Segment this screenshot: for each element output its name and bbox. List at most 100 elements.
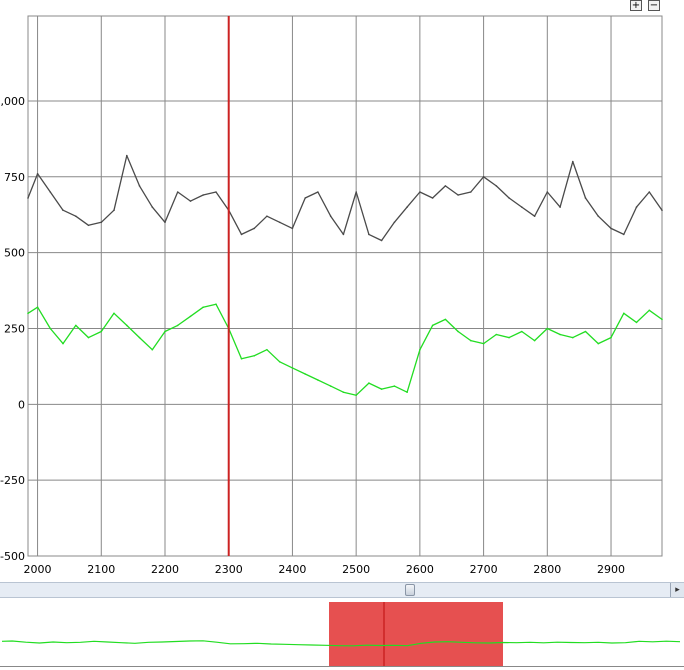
series-1-point: [266, 215, 268, 217]
series-2-point: [610, 336, 612, 339]
series-1-point: [380, 239, 383, 242]
series-1-point: [533, 215, 536, 217]
series-2-point: [368, 382, 370, 384]
series-1-point: [164, 221, 166, 224]
series-1-point: [113, 209, 115, 211]
series-2-point: [431, 324, 434, 327]
series-1-point: [610, 227, 612, 230]
series-2-point: [253, 355, 255, 357]
series-1-point: [623, 233, 625, 236]
series-1-point: [329, 215, 332, 217]
series-1-point: [138, 185, 141, 187]
series-2-point: [266, 348, 268, 351]
y-tick-label: 250: [4, 322, 25, 335]
x-tick-label: 2000: [24, 563, 52, 576]
series-2-point: [278, 361, 281, 363]
series-1-point: [482, 176, 485, 178]
overview-selection-window[interactable]: [329, 602, 503, 666]
x-tick-label: 2900: [597, 563, 625, 576]
series-2-point: [291, 367, 294, 369]
scroll-right-arrow-icon[interactable]: ▸: [670, 583, 684, 597]
series-2-point: [189, 315, 192, 318]
series-1-point: [559, 206, 561, 208]
x-tick-label: 2600: [406, 563, 434, 576]
x-tick-label: 2400: [278, 563, 306, 576]
x-tick-label: 2800: [533, 563, 561, 576]
series-1-point: [661, 209, 663, 211]
series-1-point: [444, 185, 447, 187]
series-1-point: [406, 206, 408, 208]
series-1-point: [521, 206, 523, 208]
x-tick-label: 2300: [215, 563, 243, 576]
scrollbar-thumb[interactable]: [405, 584, 415, 596]
series-2-point: [533, 339, 536, 342]
series-1-point: [317, 191, 319, 193]
series-2-point: [176, 324, 179, 327]
series-2-point: [495, 333, 498, 336]
series-2-point: [584, 330, 587, 333]
main-chart: 1,0007505002500-250-500 2000210022002300…: [0, 15, 663, 576]
series-2-point: [380, 388, 383, 390]
series-1-point: [470, 191, 472, 193]
series-2-point: [62, 342, 64, 345]
series-2-point: [559, 333, 561, 336]
series-2-point: [521, 330, 523, 333]
series-1-point: [291, 227, 294, 230]
series-2-point: [661, 318, 663, 321]
y-tick-label: 1,000: [0, 95, 25, 108]
series-2-point: [457, 330, 459, 333]
series-2-point: [36, 306, 39, 309]
y-tick-label: -500: [0, 550, 25, 563]
series-2-point: [113, 312, 115, 315]
series-1-point: [304, 197, 307, 199]
series-2-point: [126, 324, 128, 327]
series-1-point: [342, 233, 345, 236]
series-2-point: [202, 306, 204, 309]
overview-navigator[interactable]: [0, 600, 684, 670]
series-2-point: [470, 339, 472, 342]
series-1-point: [419, 191, 421, 193]
series-2-point: [597, 342, 600, 345]
series-1-point: [215, 191, 217, 193]
series-1-point: [278, 221, 281, 224]
series-1-point: [355, 191, 358, 193]
series-2-point: [215, 303, 217, 306]
series-1-point: [87, 224, 90, 227]
x-tick-label: 2700: [470, 563, 498, 576]
series-1-point: [572, 160, 574, 163]
y-tick-label: 0: [18, 398, 25, 411]
series-2-point: [635, 321, 638, 324]
horizontal-scrollbar[interactable]: ▸: [0, 582, 684, 598]
series-1-point: [151, 206, 154, 208]
zoom-out-button[interactable]: −: [648, 0, 660, 11]
x-tick-label: 2200: [151, 563, 179, 576]
series-2-point: [572, 336, 574, 339]
series-1-point: [597, 215, 600, 217]
series-2-point: [508, 336, 510, 339]
series-2-point: [75, 324, 77, 327]
series-1-point: [49, 191, 52, 193]
series-2-point: [419, 348, 421, 351]
series-2-point: [87, 336, 90, 339]
series-1-point: [368, 233, 370, 236]
series-1-point: [189, 200, 192, 202]
series-1-point: [100, 221, 103, 224]
grid-layer: [27, 15, 663, 557]
series-2-point: [482, 342, 485, 345]
series-2-point: [648, 309, 651, 312]
zoom-in-button[interactable]: +: [630, 0, 642, 11]
series-1-point: [253, 227, 255, 230]
series-2-point: [329, 385, 332, 387]
series-1-point: [457, 194, 459, 196]
series-1-point: [126, 154, 128, 157]
series-2-point: [240, 358, 243, 360]
series-1-point: [27, 197, 29, 199]
series-2-point: [151, 348, 154, 351]
series-2-point: [444, 318, 447, 321]
series-2-point: [49, 327, 52, 330]
series-1-point: [393, 221, 396, 224]
series-2-point: [317, 379, 319, 381]
series-2-point: [393, 385, 396, 387]
series-2-point: [100, 330, 103, 333]
series-2-point: [546, 327, 549, 330]
